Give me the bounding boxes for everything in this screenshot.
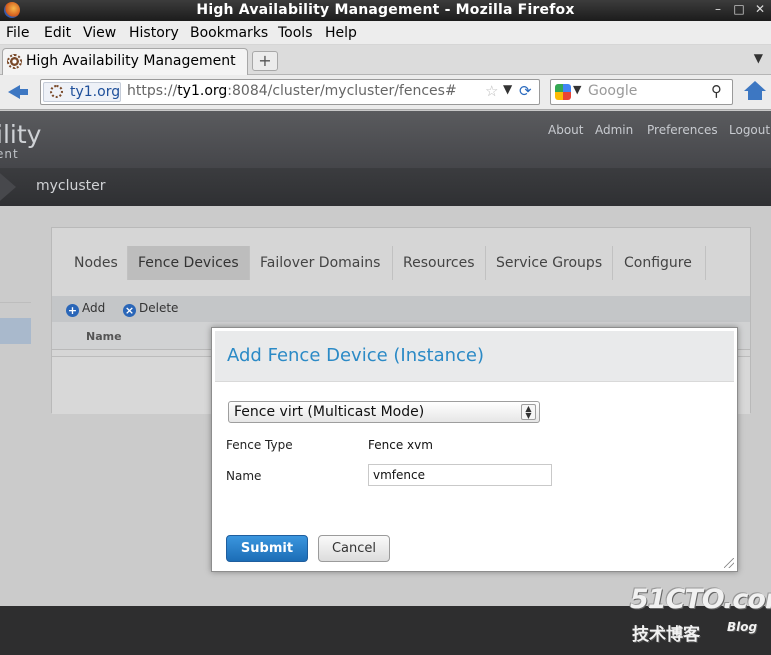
watermark-blog: Blog	[727, 620, 758, 634]
site-identity-button[interactable]: ty1.org	[43, 82, 121, 102]
admin-link[interactable]: Admin	[595, 123, 633, 137]
tab-nodes[interactable]: Nodes	[64, 246, 128, 280]
reload-icon[interactable]: ⟳	[519, 82, 532, 100]
navigation-bar: ty1.org https://ty1.org:8084/cluster/myc…	[0, 75, 771, 110]
logout-link[interactable]: Logout	[729, 123, 770, 137]
submit-button[interactable]: Submit	[226, 535, 308, 562]
window-title: High Availability Management - Mozilla F…	[196, 2, 575, 18]
menu-history[interactable]: History	[129, 25, 179, 41]
cancel-button[interactable]: Cancel	[318, 535, 390, 562]
new-tab-button[interactable]: +	[252, 51, 278, 71]
add-button[interactable]: + Add	[66, 301, 105, 317]
app-logo-text: ility	[0, 120, 42, 149]
column-header-name[interactable]: Name	[86, 330, 122, 343]
google-engine-icon[interactable]	[555, 84, 571, 100]
browser-tab-strip: High Availability Management + ▼	[0, 45, 771, 75]
select-updown-icon: ▲ ▼	[521, 404, 536, 420]
name-label: Name	[226, 469, 262, 483]
plus-icon: +	[66, 304, 79, 317]
engine-chevron-icon[interactable]: ▼	[573, 83, 581, 96]
delete-button[interactable]: × Delete	[123, 301, 178, 317]
fence-device-type-value: Fence virt (Multicast Mode)	[234, 404, 425, 420]
tab-fence-devices[interactable]: Fence Devices	[128, 246, 250, 280]
tab-service-groups[interactable]: Service Groups	[486, 246, 613, 280]
browser-tab-label: High Availability Management	[26, 53, 236, 69]
name-field[interactable]: vmfence	[368, 464, 552, 486]
back-arrow-icon[interactable]	[8, 82, 28, 102]
fence-type-label: Fence Type	[226, 438, 293, 452]
watermark-logo: 51CTO.com	[630, 584, 771, 615]
site-favicon-icon	[50, 85, 63, 98]
search-input[interactable]: Google	[588, 83, 637, 99]
dialog-title: Add Fence Device (Instance)	[227, 345, 485, 366]
tab-failover-domains[interactable]: Failover Domains	[250, 246, 393, 280]
menu-tools[interactable]: Tools	[278, 25, 313, 41]
menu-help[interactable]: Help	[325, 25, 357, 41]
bookmark-star-icon[interactable]: ☆	[485, 82, 498, 100]
menu-view[interactable]: View	[83, 25, 116, 41]
site-identity-label: ty1.org	[70, 84, 121, 100]
breadcrumb-arrow-icon	[0, 168, 24, 206]
menu-bookmarks[interactable]: Bookmarks	[190, 25, 268, 41]
breadcrumb-cluster[interactable]: mycluster	[36, 178, 106, 194]
close-button[interactable]: ✕	[752, 2, 768, 16]
binoculars-icon[interactable]: ⚲	[711, 82, 722, 100]
dialog-header: Add Fence Device (Instance)	[215, 331, 734, 382]
app-banner: ility ent About Admin Preferences Logout	[0, 111, 771, 168]
menu-file[interactable]: File	[6, 25, 29, 41]
url-history-chevron-icon[interactable]: ▼	[503, 82, 512, 96]
url-text[interactable]: https://ty1.org:8084/cluster/mycluster/f…	[127, 83, 457, 99]
sidebar-selected-item[interactable]	[0, 318, 31, 344]
gear-favicon-icon	[7, 54, 22, 69]
cluster-tabs: Nodes Fence Devices Failover Domains Res…	[52, 246, 750, 280]
watermark-subtitle: 技术博客	[632, 625, 700, 645]
about-link[interactable]: About	[548, 123, 583, 137]
menu-edit[interactable]: Edit	[44, 25, 71, 41]
sidebar-divider	[0, 302, 31, 303]
tab-list-chevron-icon[interactable]: ▼	[754, 51, 763, 65]
window-titlebar: High Availability Management - Mozilla F…	[0, 0, 771, 21]
web-page: ility ent About Admin Preferences Logout…	[0, 111, 771, 655]
minimize-button[interactable]: –	[710, 2, 726, 16]
home-icon[interactable]	[744, 81, 766, 101]
fence-toolbar: + Add × Delete	[52, 296, 750, 322]
preferences-link[interactable]: Preferences	[647, 123, 718, 137]
url-bar[interactable]: ty1.org https://ty1.org:8084/cluster/myc…	[40, 79, 540, 105]
browser-tab[interactable]: High Availability Management	[2, 48, 248, 75]
add-fence-device-dialog: Add Fence Device (Instance) Fence virt (…	[211, 327, 738, 572]
tab-configure[interactable]: Configure	[613, 246, 706, 280]
menu-bar: File Edit View History Bookmarks Tools H…	[0, 21, 771, 45]
fence-device-type-select[interactable]: Fence virt (Multicast Mode) ▲ ▼	[228, 401, 540, 423]
maximize-button[interactable]: □	[731, 2, 747, 16]
resize-grip-icon[interactable]	[724, 558, 734, 568]
search-bar[interactable]: ▼ Google ⚲	[550, 79, 733, 105]
fence-type-value: Fence xvm	[368, 438, 433, 452]
x-icon: ×	[123, 304, 136, 317]
tab-resources[interactable]: Resources	[393, 246, 486, 280]
app-logo-subtext: ent	[0, 147, 19, 161]
breadcrumb: mycluster	[0, 168, 771, 206]
